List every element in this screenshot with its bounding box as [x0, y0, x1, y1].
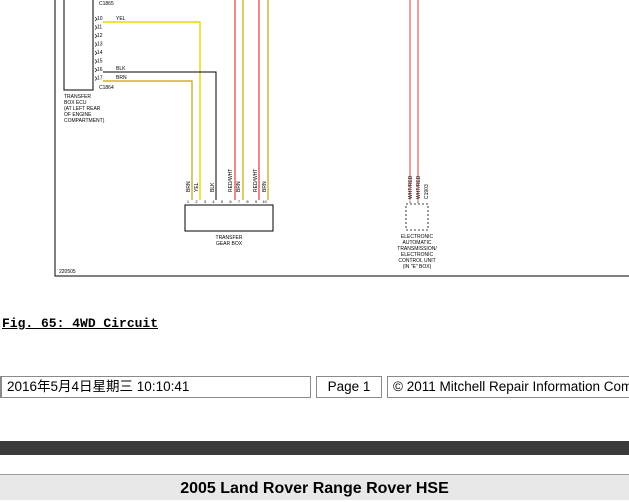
gear-box-wire-label: YEL — [194, 182, 200, 192]
etcu-wire-label-2: WHT/RED — [416, 175, 422, 199]
gear-box-wire-label: BRN — [186, 181, 192, 192]
ecu-pin-13: 13 — [97, 42, 103, 48]
wiring-diagram: C1865 C1864 TRANSFER BOX ECU (AT LEFT RE… — [54, 0, 629, 277]
gear-box-pin-4: 4 — [212, 199, 215, 204]
gear-box-label-line-2: GEAR BOX — [216, 241, 243, 247]
ecu-connector-top: C1865 — [99, 1, 114, 7]
electronic-transmission-control-unit: WHT/RED WHT/RED C1903 1 2 ELECTRONIC AUT… — [397, 175, 437, 270]
print-footer: 2016年5月4日星期三 10:10:41 Page 1 © 2011 Mitc… — [0, 376, 629, 398]
gear-box-pin-2: 2 — [195, 199, 198, 204]
ecu-pin-15: 15 — [97, 59, 103, 65]
ecu-connector-bottom: C1864 — [99, 85, 114, 91]
gear-box-pin-5: 5 — [221, 199, 224, 204]
diagram-id: 220505 — [59, 269, 76, 275]
ecu-pin-14: 14 — [97, 50, 103, 56]
etcu-connector: C1903 — [424, 184, 430, 199]
gear-box-pin-1: 1 — [187, 199, 190, 204]
transfer-gear-box: 1 2 3 4 5 6 7 8 9 10 TRANSFER GEAR BOX — [184, 199, 274, 247]
gear-box-wire-labels: BRN YEL BLK RED/WHT BRN RED/WHT BRN — [186, 169, 268, 192]
ecu-label-line-5: COMPARTMENT) — [64, 118, 105, 124]
gear-box-wire-label: BLK — [210, 182, 216, 192]
page-separator — [0, 441, 629, 455]
wire-label-brn: BRN — [116, 75, 127, 81]
ecu-pins: 10 11 12 13 14 15 16 17 — [94, 16, 103, 82]
transfer-box-ecu: C1865 C1864 TRANSFER BOX ECU (AT LEFT RE… — [63, 0, 114, 124]
gear-box-pin-6: 6 — [229, 199, 232, 204]
wire-brn — [103, 80, 193, 200]
gear-box-wire-label: RED/WHT — [253, 169, 259, 192]
wire-label-yel: YEL — [116, 16, 126, 22]
diagram-frame — [54, 0, 629, 277]
footer-date: 2016年5月4日星期三 10:10:41 — [0, 376, 311, 398]
gear-box-pin-9: 9 — [255, 199, 258, 204]
figure-caption: Fig. 65: 4WD Circuit — [2, 316, 159, 331]
wire-blk — [103, 71, 217, 200]
ecu-pin-12: 12 — [97, 33, 103, 39]
gear-box-wire-label: BRN — [262, 181, 268, 192]
etcu-wire-label-1: WHT/RED — [408, 175, 414, 199]
wire-label-blk: BLK — [116, 66, 126, 72]
gear-box-pin-8: 8 — [246, 199, 249, 204]
ecu-pin-10: 10 — [97, 16, 103, 22]
wire-yel — [103, 21, 201, 200]
gear-box-wire-label: BRN — [236, 181, 242, 192]
ecu-pin-16: 16 — [97, 67, 103, 73]
gear-box-pins: 1 2 3 4 5 6 7 8 9 10 — [187, 199, 268, 204]
footer-copyright: © 2011 Mitchell Repair Information Compa… — [387, 376, 629, 398]
gear-box-pin-10: 10 — [262, 199, 267, 204]
gear-box-pin-3: 3 — [204, 199, 207, 204]
vehicle-title: 2005 Land Rover Range Rover HSE — [0, 474, 629, 500]
gear-box-pin-7: 7 — [238, 199, 241, 204]
footer-page: Page 1 — [316, 376, 382, 398]
etcu-label-line-6: (IN "E" BOX) — [403, 264, 432, 270]
ecu-pin-11: 11 — [97, 25, 102, 31]
gear-box-wire-label: RED/WHT — [228, 169, 234, 192]
ecu-pin-17: 17 — [97, 76, 103, 82]
